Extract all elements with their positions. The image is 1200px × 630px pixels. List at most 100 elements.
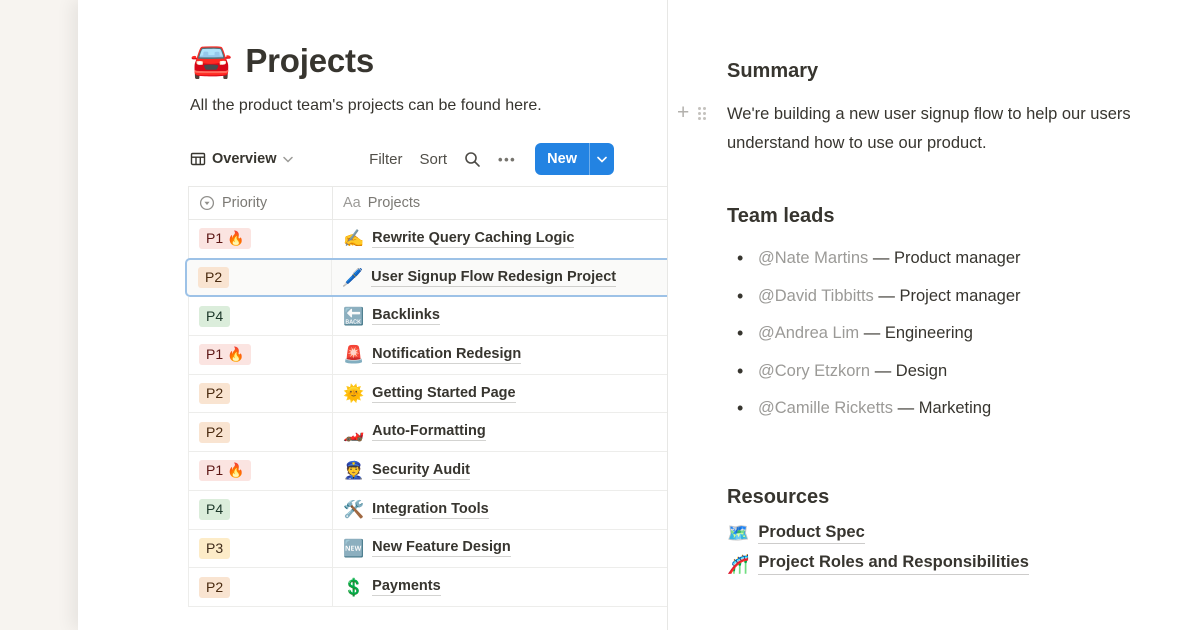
priority-cell[interactable]: P2 bbox=[187, 260, 332, 296]
chevron-down-icon bbox=[283, 156, 293, 163]
page-icon[interactable]: 🚘 bbox=[190, 44, 232, 78]
search-icon[interactable] bbox=[464, 151, 481, 168]
sort-button[interactable]: Sort bbox=[420, 151, 448, 168]
table-row[interactable]: P4 🔙 Backlinks bbox=[188, 297, 667, 336]
priority-cell[interactable]: P1 🔥 bbox=[188, 336, 333, 374]
resource-page-icon: 🗺️ bbox=[727, 524, 749, 542]
block-controls: + bbox=[677, 103, 706, 123]
priority-cell[interactable]: P4 bbox=[188, 297, 333, 335]
team-leads-list: @Nate Martins — Product manager@David Ti… bbox=[727, 240, 1200, 428]
priority-badge[interactable]: P2 bbox=[199, 422, 230, 443]
priority-cell[interactable]: P3 bbox=[188, 530, 333, 568]
project-page-icon: 🛠️ bbox=[343, 501, 364, 518]
project-page-icon: 💲 bbox=[343, 579, 364, 596]
project-cell[interactable]: 🚨 Notification Redesign bbox=[333, 336, 667, 374]
drag-handle-icon[interactable] bbox=[698, 107, 706, 120]
add-block-icon[interactable]: + bbox=[677, 103, 689, 123]
priority-badge[interactable]: P1 🔥 bbox=[199, 460, 251, 481]
user-mention[interactable]: @Andrea Lim bbox=[758, 324, 859, 342]
table-row[interactable]: P2 🏎️ Auto-Formatting bbox=[188, 413, 667, 452]
more-options-icon[interactable]: ••• bbox=[498, 152, 516, 167]
project-cell[interactable]: 🖊️User Signup Flow Redesign Project bbox=[332, 260, 668, 296]
priority-badge[interactable]: P3 bbox=[199, 538, 230, 559]
priority-badge[interactable]: P4 bbox=[199, 499, 230, 520]
table-row[interactable]: P1 🔥 ✍️ Rewrite Query Caching Logic bbox=[188, 220, 667, 259]
resource-page-link[interactable]: 🗺️ Product Spec bbox=[727, 523, 1200, 545]
user-mention[interactable]: @Camille Ricketts bbox=[758, 399, 893, 417]
project-page-link[interactable]: New Feature Design bbox=[372, 539, 511, 557]
project-page-icon: 🌞 bbox=[343, 385, 364, 402]
table-header: Priority Aa Projects bbox=[188, 186, 667, 220]
project-page-link[interactable]: Notification Redesign bbox=[372, 346, 521, 364]
priority-badge[interactable]: P1 🔥 bbox=[199, 228, 251, 249]
new-button-label[interactable]: New bbox=[535, 143, 589, 175]
project-cell[interactable]: 💲 Payments bbox=[333, 568, 667, 606]
project-page-link[interactable]: Auto-Formatting bbox=[372, 423, 486, 441]
filter-button[interactable]: Filter bbox=[369, 151, 402, 168]
table-row[interactable]: P1 🔥 🚨 Notification Redesign bbox=[188, 336, 667, 375]
project-page-icon: ✍️ bbox=[343, 230, 364, 247]
project-cell[interactable]: 🔙 Backlinks bbox=[333, 297, 667, 335]
team-role: — Project manager bbox=[878, 287, 1020, 305]
priority-badge[interactable]: P4 bbox=[199, 306, 230, 327]
priority-cell[interactable]: P2 bbox=[188, 375, 333, 413]
new-button-chevron-icon[interactable] bbox=[589, 143, 614, 175]
priority-badge[interactable]: P2 bbox=[199, 577, 230, 598]
table-row[interactable]: P1 🔥 👮 Security Audit bbox=[188, 452, 667, 491]
priority-cell[interactable]: P1 🔥 bbox=[188, 220, 333, 258]
summary-text: We're building a new user signup flow to… bbox=[727, 105, 1131, 152]
page-description: All the product team's projects can be f… bbox=[190, 93, 550, 118]
user-mention[interactable]: @Cory Etzkorn bbox=[758, 362, 870, 380]
project-cell[interactable]: 🏎️ Auto-Formatting bbox=[333, 413, 667, 451]
priority-cell[interactable]: P4 bbox=[188, 491, 333, 529]
priority-column-header[interactable]: Priority bbox=[188, 187, 333, 219]
resources-list: 🗺️ Product Spec 🎢Project Roles and Respons… bbox=[727, 523, 1200, 575]
user-mention[interactable]: @David Tibbitts bbox=[758, 287, 874, 305]
new-button[interactable]: New bbox=[535, 143, 614, 175]
project-cell[interactable]: 👮 Security Audit bbox=[333, 452, 667, 490]
page-title: Projects bbox=[245, 42, 374, 80]
priority-cell[interactable]: P1 🔥 bbox=[188, 452, 333, 490]
resource-page-link[interactable]: 🎢Project Roles and Responsibilities bbox=[727, 553, 1200, 575]
project-cell[interactable]: ✍️ Rewrite Query Caching Logic bbox=[333, 220, 667, 258]
select-property-icon bbox=[199, 195, 215, 211]
project-page-icon: 👮 bbox=[343, 462, 364, 479]
project-page-icon: 🚨 bbox=[343, 346, 364, 363]
table-row[interactable]: P4 🛠️ Integration Tools bbox=[188, 491, 667, 530]
project-page-link[interactable]: Rewrite Query Caching Logic bbox=[372, 230, 574, 248]
project-page-link[interactable]: Security Audit bbox=[372, 462, 470, 480]
priority-cell[interactable]: P2 bbox=[188, 413, 333, 451]
project-cell[interactable]: 🛠️ Integration Tools bbox=[333, 491, 667, 529]
project-page-link[interactable]: Backlinks bbox=[372, 307, 440, 325]
project-page-link[interactable]: Payments bbox=[372, 578, 441, 596]
view-label: Overview bbox=[212, 151, 277, 167]
resource-page-title[interactable]: Project Roles and Responsibilities bbox=[758, 553, 1029, 575]
projects-column-header[interactable]: Aa Projects bbox=[333, 187, 667, 219]
table-row[interactable]: P3 🆕New Feature Design bbox=[188, 530, 667, 569]
team-leads-heading: Team leads bbox=[727, 203, 1200, 229]
page-peek-panel: Summary + We're building a new user sign… bbox=[669, 0, 1200, 630]
project-page-icon: 🔙 bbox=[343, 308, 364, 325]
view-switcher[interactable]: Overview bbox=[190, 151, 293, 167]
table-view-icon bbox=[190, 151, 206, 167]
table-row[interactable]: P2 💲 Payments bbox=[188, 568, 667, 607]
project-cell[interactable]: 🌞 Getting Started Page bbox=[333, 375, 667, 413]
team-lead-item: @Camille Ricketts — Marketing bbox=[727, 390, 1200, 428]
team-role: — Marketing bbox=[898, 399, 992, 417]
projects-column-label: Projects bbox=[368, 195, 420, 211]
resource-page-title[interactable]: Product Spec bbox=[758, 523, 864, 545]
project-cell[interactable]: 🆕New Feature Design bbox=[333, 530, 667, 568]
project-page-link[interactable]: Integration Tools bbox=[372, 501, 489, 519]
priority-badge[interactable]: P2 bbox=[198, 267, 229, 288]
priority-badge[interactable]: P2 bbox=[199, 383, 230, 404]
priority-column-label: Priority bbox=[222, 195, 267, 211]
table-row[interactable]: P2 🌞 Getting Started Page bbox=[188, 375, 667, 414]
team-lead-item: @David Tibbitts — Project manager bbox=[727, 278, 1200, 316]
priority-badge[interactable]: P1 🔥 bbox=[199, 344, 251, 365]
priority-cell[interactable]: P2 bbox=[188, 568, 333, 606]
project-page-icon: 🏎️ bbox=[343, 424, 364, 441]
user-mention[interactable]: @Nate Martins bbox=[758, 249, 868, 267]
project-page-link[interactable]: User Signup Flow Redesign Project bbox=[371, 269, 616, 287]
project-page-link[interactable]: Getting Started Page bbox=[372, 385, 515, 403]
table-row[interactable]: P2 🖊️User Signup Flow Redesign Project bbox=[185, 258, 668, 298]
